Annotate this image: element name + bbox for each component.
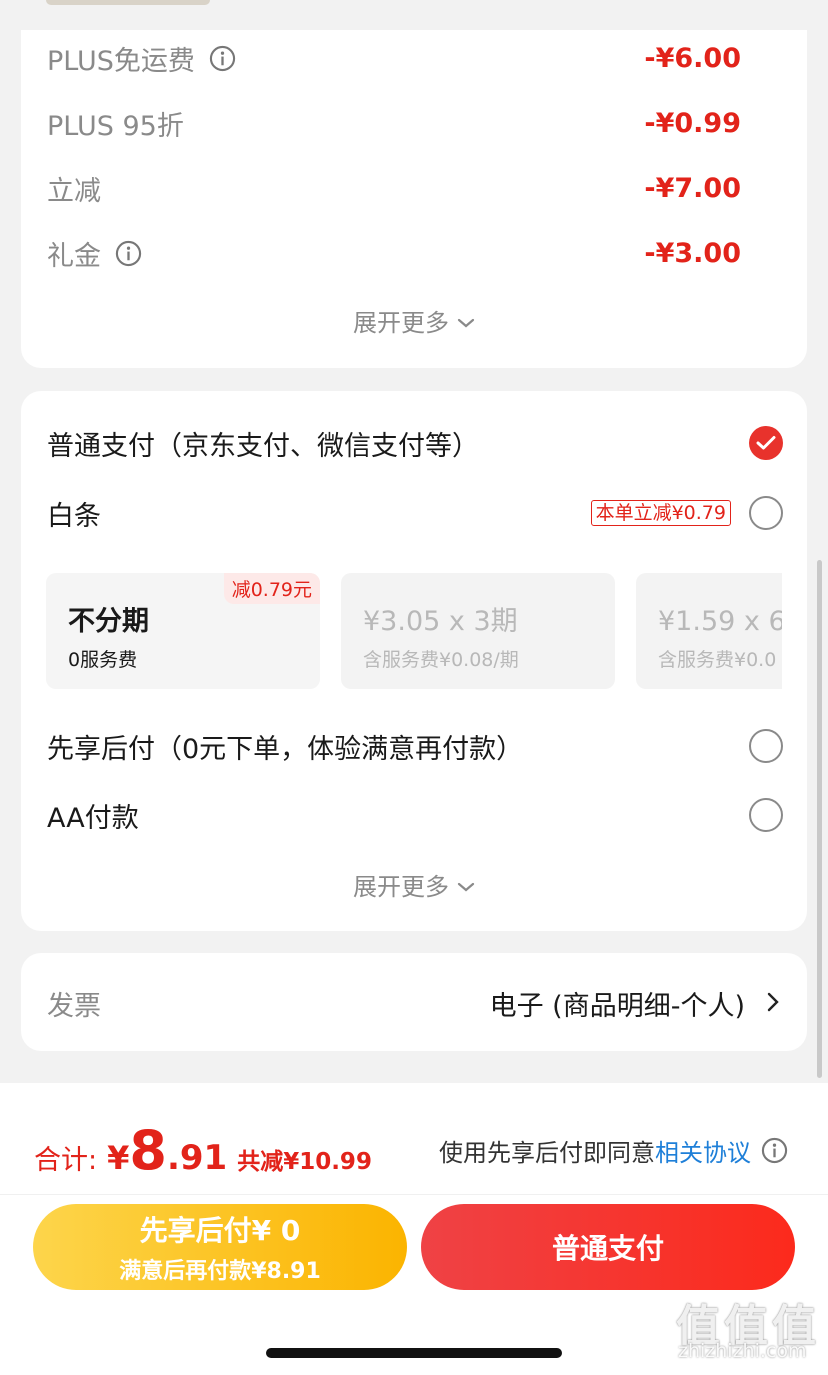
- installment-sub: 含服务费¥0.08/期: [363, 649, 519, 671]
- total-saved: 共减¥10.99: [237, 1148, 372, 1175]
- payment-method-card: 普通支付（京东支付、微信支付等） 白条 本单立减¥0.79 减0.79元 不分期…: [21, 391, 807, 931]
- expand-more-payments[interactable]: 展开更多: [21, 867, 807, 902]
- discount-value: -¥6.00: [644, 42, 741, 74]
- discount-value: -¥3.00: [644, 237, 741, 269]
- discount-value: -¥7.00: [644, 172, 741, 204]
- normal-pay-label: 普通支付: [551, 1232, 664, 1265]
- discount-row-gift: 礼金 -¥3.00: [47, 233, 741, 273]
- agreement-text: 使用先享后付即同意: [439, 1138, 655, 1167]
- payment-option-later[interactable]: 先享后付（0元下单，体验满意再付款）: [47, 721, 783, 771]
- discount-tag: 本单立减¥0.79: [590, 500, 731, 526]
- invoice-value: 电子 (商品明细-个人): [489, 990, 745, 1022]
- radio-button[interactable]: [749, 729, 783, 763]
- total-currency: ¥: [107, 1138, 130, 1177]
- discount-value: -¥0.99: [644, 107, 741, 139]
- info-icon[interactable]: [115, 240, 142, 267]
- total-label: 合计:: [34, 1144, 98, 1176]
- product-image-edge: [46, 0, 210, 5]
- payment-option-label: AA付款: [47, 802, 139, 834]
- payment-option-normal[interactable]: 普通支付（京东支付、微信支付等）: [47, 418, 783, 468]
- payment-option-aa[interactable]: AA付款: [47, 790, 783, 840]
- info-icon[interactable]: [761, 1137, 788, 1164]
- payment-option-label: 普通支付（京东支付、微信支付等）: [47, 430, 479, 462]
- top-strip: [0, 0, 828, 30]
- pay-later-subtitle: 满意后再付款¥8.91: [119, 1259, 321, 1284]
- radio-button[interactable]: [749, 798, 783, 832]
- normal-pay-button[interactable]: 普通支付: [421, 1204, 795, 1290]
- expand-more-label: 展开更多: [353, 309, 449, 337]
- discount-row-instant: 立减 -¥7.00: [47, 168, 741, 208]
- pay-later-title: 先享后付¥ 0: [139, 1214, 301, 1247]
- invoice-label: 发票: [47, 990, 101, 1022]
- invoice-row[interactable]: 发票 电子 (商品明细-个人): [47, 981, 779, 1025]
- scrollbar[interactable]: [817, 560, 822, 1078]
- expand-more-label: 展开更多: [353, 873, 449, 901]
- total-amount-decimal: .91: [166, 1137, 228, 1178]
- agreement-link[interactable]: 相关协议: [655, 1133, 751, 1168]
- payment-option-label: 先享后付（0元下单，体验满意再付款）: [47, 733, 524, 765]
- total-row: 合计: ¥ 8 .91 共减¥10.99 使用先享后付即同意 相关协议: [34, 1113, 788, 1187]
- payment-option-label: 白条: [47, 500, 101, 532]
- installment-main: 不分期: [68, 606, 149, 637]
- installment-main: ¥3.05 x 3期: [363, 606, 518, 637]
- discount-row-plus-shipping: PLUS免运费 -¥6.00: [47, 38, 741, 78]
- info-icon[interactable]: [209, 45, 236, 72]
- watermark-logo: 值 值 值 zhizhizhi.com: [676, 1290, 822, 1370]
- chevron-right-icon: [767, 988, 779, 1019]
- installment-sub: 0服务费: [68, 649, 138, 671]
- discount-label: PLUS 95折: [47, 110, 184, 142]
- installment-option-6[interactable]: ¥1.59 x 6期 含服务费¥0.0: [636, 573, 782, 689]
- home-indicator[interactable]: [266, 1348, 562, 1358]
- radio-checked-icon[interactable]: [749, 426, 783, 460]
- discount-row-plus-95: PLUS 95折 -¥0.99: [47, 103, 741, 143]
- watermark-url: zhizhizhi.com: [678, 1340, 807, 1362]
- radio-button[interactable]: [749, 496, 783, 530]
- installment-badge: 减0.79元: [223, 573, 320, 604]
- pay-later-button[interactable]: 先享后付¥ 0 满意后再付款¥8.91: [33, 1204, 407, 1290]
- payment-option-baitiao[interactable]: 白条 本单立减¥0.79: [47, 488, 783, 538]
- discount-label: 立减: [47, 175, 101, 207]
- installment-option-none[interactable]: 减0.79元 不分期 0服务费: [46, 573, 320, 689]
- total-amount-integer: 8: [129, 1118, 167, 1182]
- installment-option-3[interactable]: ¥3.05 x 3期 含服务费¥0.08/期: [341, 573, 615, 689]
- chevron-down-icon: [457, 871, 475, 899]
- discount-card: PLUS免运费 -¥6.00 PLUS 95折 -¥0.99 立减 -¥7.00…: [21, 30, 807, 368]
- installment-main: ¥1.59 x 6期: [658, 606, 782, 637]
- installment-scroller[interactable]: 减0.79元 不分期 0服务费 ¥3.05 x 3期 含服务费¥0.08/期 ¥…: [46, 573, 782, 691]
- divider: [0, 1194, 828, 1195]
- installment-sub: 含服务费¥0.0: [658, 649, 777, 671]
- invoice-card[interactable]: 发票 电子 (商品明细-个人): [21, 953, 807, 1051]
- chevron-down-icon: [457, 307, 475, 335]
- expand-more-discounts[interactable]: 展开更多: [21, 303, 807, 338]
- discount-label: 礼金: [47, 240, 101, 272]
- discount-label: PLUS免运费: [47, 45, 195, 77]
